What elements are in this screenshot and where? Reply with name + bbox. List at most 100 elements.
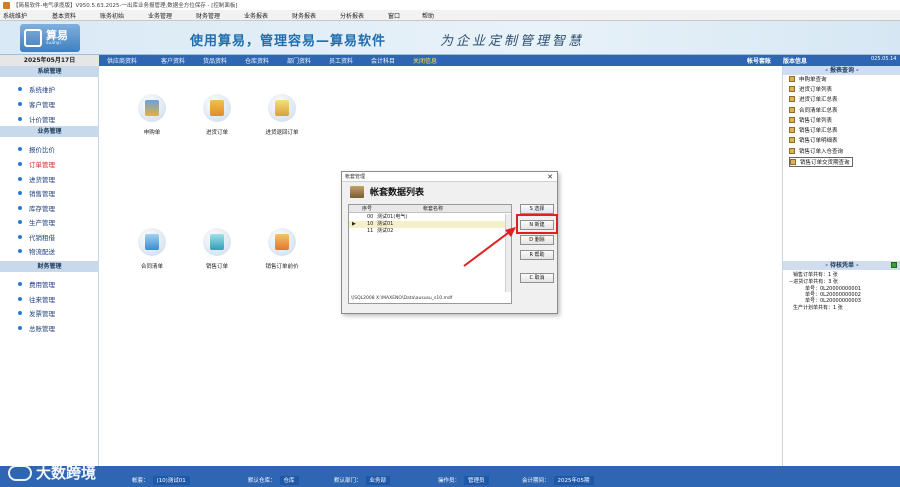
report-item[interactable]: 销售订单汇总表 xyxy=(789,126,838,134)
row-pointer-icon: ▶ xyxy=(352,221,356,227)
menu-finance[interactable]: 财务管理 xyxy=(196,11,220,20)
bullet-icon xyxy=(18,87,22,91)
delete-button[interactable]: D 删除 xyxy=(520,235,554,245)
help-button[interactable]: R 帮助 xyxy=(520,250,554,260)
sidebar-item-production[interactable]: 生产管理 xyxy=(18,217,55,227)
watermark-text: 大数跨境 xyxy=(36,464,97,482)
cancel-button[interactable]: C 取消 xyxy=(520,273,554,283)
tree-item[interactable]: 单号：0L20000000003 xyxy=(805,297,861,304)
bullet-icon xyxy=(18,191,22,195)
app-window: 【简易软件-电气承揽版】V950.5.63.2025-一出库业务报管理,数据全方… xyxy=(0,0,900,487)
logo-mark-icon xyxy=(24,29,42,47)
module-purchase-request[interactable]: 申购单 xyxy=(117,94,187,136)
section-business[interactable]: 业务管理 xyxy=(0,126,99,137)
arrow-icon xyxy=(463,227,516,267)
banner: 算易 suanyi 使用算易，管理容易—算易软件 为企业定制管理智慧 xyxy=(0,21,900,55)
menu-business-report[interactable]: 业务报表 xyxy=(244,11,268,20)
status-account-set: 帐套： (10)测试01 xyxy=(132,476,190,485)
sidebar-item-logistics[interactable]: 物流配送 xyxy=(18,246,55,256)
menu-account-init[interactable]: 账务初始 xyxy=(100,11,124,20)
sidebar-item-ledger[interactable]: 总账管理 xyxy=(18,323,55,333)
menu-help[interactable]: 帮助 xyxy=(422,11,434,20)
sidebar-item-inventory[interactable]: 库存管理 xyxy=(18,203,55,213)
report-item[interactable]: 申购单查询 xyxy=(789,75,827,83)
nav-employee[interactable]: 员工资料 xyxy=(329,56,353,65)
window-title: 【简易软件-电气承揽版】V950.5.63.2025-一出库业务报管理,数据全方… xyxy=(13,3,238,9)
report-item[interactable]: 进货订单列表 xyxy=(789,85,832,93)
note-icon xyxy=(203,94,231,122)
section-finance[interactable]: 财务管理 xyxy=(0,261,99,272)
logo-text: 算易 xyxy=(46,29,68,42)
module-contract-list[interactable]: 合同清单 xyxy=(117,228,187,270)
report-item[interactable]: 销售订单列表 xyxy=(789,116,832,124)
menu-system[interactable]: 系统维护 xyxy=(3,11,27,20)
report-item[interactable]: 销售订单明细表 xyxy=(789,136,838,144)
sidebar-item-invoice[interactable]: 发票管理 xyxy=(18,308,55,318)
nav-date: 025.05.14 xyxy=(871,56,897,62)
module-purchase-order[interactable]: 进货订单 xyxy=(182,94,252,136)
nav-close-info[interactable]: 关闭信息 xyxy=(413,56,437,65)
sidebar-item-customer-management[interactable]: 客户管理 xyxy=(18,99,55,109)
document-icon xyxy=(789,86,795,92)
module-sales-order-price[interactable]: 销售订单前价 xyxy=(247,228,317,270)
menu-finance-report[interactable]: 财务报表 xyxy=(292,11,316,20)
truck-icon xyxy=(203,228,231,256)
nav-department[interactable]: 部门资料 xyxy=(287,56,311,65)
bullet-icon xyxy=(18,117,22,121)
sidebar-item-consignment[interactable]: 代销租借 xyxy=(18,232,55,242)
report-item[interactable]: 销售订单入仓查询 xyxy=(789,147,843,155)
sidebar-item-receivables[interactable]: 往来管理 xyxy=(18,294,55,304)
col-no: 序号 xyxy=(362,206,373,212)
tree-item[interactable]: 销售订单共有：1 张 xyxy=(793,271,838,278)
pending-docs-header: - 待核凭单 - xyxy=(783,261,900,270)
check-icon[interactable] xyxy=(891,262,897,268)
nav-supplier[interactable]: 供应商资料 xyxy=(107,56,137,65)
dialog-header: 帐套数据列表 xyxy=(350,185,424,198)
nav-account-subject[interactable]: 会计科目 xyxy=(371,56,395,65)
dialog-heading: 帐套数据列表 xyxy=(370,188,425,198)
sidebar-item-pricing[interactable]: 计价管理 xyxy=(18,114,55,124)
nav-customer[interactable]: 客户资料 xyxy=(161,56,185,65)
module-sales-order[interactable]: 销售订单 xyxy=(182,228,252,270)
menu-analysis-report[interactable]: 分析报表 xyxy=(340,11,364,20)
nav-goods[interactable]: 货品资料 xyxy=(203,56,227,65)
table-row[interactable]: 00 测试01(电气) xyxy=(349,214,511,221)
sidebar-item-quotation[interactable]: 报价比价 xyxy=(18,144,55,154)
nav-account-set[interactable]: 帐号套账 xyxy=(747,56,771,65)
select-button[interactable]: S 选择 xyxy=(520,204,554,214)
slogan-right: 为企业定制管理智慧 xyxy=(440,34,585,49)
database-path: \[SQL2008 X:\MAXENO\Data\aususu_s10.mdf xyxy=(351,296,453,301)
title-bar: 【简易软件-电气承揽版】V950.5.63.2025-一出库业务报管理,数据全方… xyxy=(0,0,900,10)
close-icon[interactable]: ✕ xyxy=(547,172,553,182)
col-name: 帐套名称 xyxy=(423,206,444,212)
module-purchase-return-order[interactable]: 进货退回订单 xyxy=(247,94,317,136)
tree-item[interactable]: −进货订单共有：3 张 xyxy=(789,278,838,285)
pen-icon xyxy=(138,228,166,256)
account-set-dialog: 帐套管理 ✕ 帐套数据列表 序号 帐套名称 00 测试01(电气) ▶ 10 测… xyxy=(341,171,558,314)
document-icon xyxy=(789,107,795,113)
report-item[interactable]: 合同清单汇总表 xyxy=(789,106,838,114)
watermark: 大数跨境 xyxy=(8,462,96,483)
nav-version-info[interactable]: 版本信息 xyxy=(783,56,807,65)
sidebar-item-orders[interactable]: 订单管理 xyxy=(18,159,55,169)
bullet-icon xyxy=(18,177,22,181)
report-item[interactable]: 进货订单汇总表 xyxy=(789,95,838,103)
status-bar: 帐套： (10)测试01 默认仓库： 仓库 默认部门： 业务部 操作员： 管理员 会计期… xyxy=(0,466,900,487)
menu-business[interactable]: 业务管理 xyxy=(148,11,172,20)
quick-nav-bar: 供应商资料 客户资料 货品资料 仓库资料 部门资料 员工资料 会计科目 关闭信息… xyxy=(99,55,900,66)
tree-item[interactable]: 生产计划单共有：1 张 xyxy=(793,304,843,311)
report-item-selected[interactable]: 销售订单交货期查询 xyxy=(789,157,853,167)
section-system[interactable]: 系统管理 xyxy=(0,66,99,77)
menu-basic-data[interactable]: 基本资料 xyxy=(52,11,76,20)
sidebar-item-system-maintenance[interactable]: 系统维护 xyxy=(18,84,55,94)
sidebar-item-sales[interactable]: 销售管理 xyxy=(18,188,55,198)
sidebar-item-purchase[interactable]: 进货管理 xyxy=(18,174,55,184)
bullet-icon xyxy=(18,206,22,210)
menu-window[interactable]: 窗口 xyxy=(388,11,400,20)
report-query-header: - 报表查询 - xyxy=(783,66,900,75)
bullet-icon xyxy=(18,162,22,166)
nav-warehouse[interactable]: 仓库资料 xyxy=(245,56,269,65)
bullet-icon xyxy=(18,147,22,151)
bullet-icon xyxy=(18,282,22,286)
sidebar-item-expense[interactable]: 费用管理 xyxy=(18,279,55,289)
